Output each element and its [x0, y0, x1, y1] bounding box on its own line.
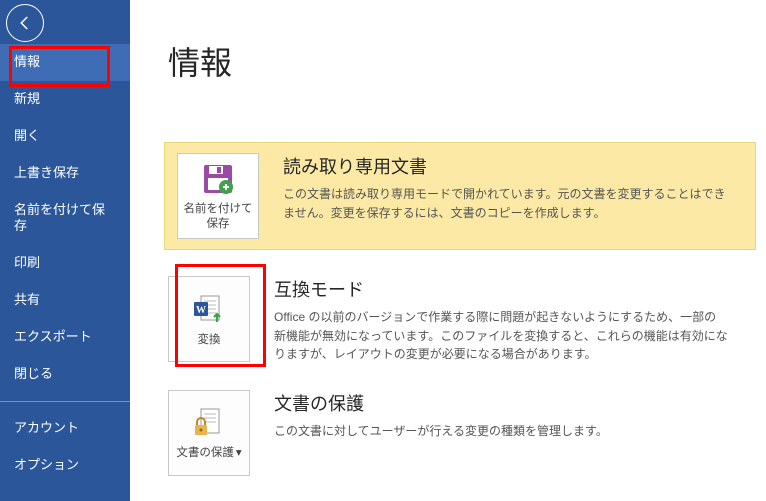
- saveas-button[interactable]: 名前を付けて保存: [177, 153, 259, 239]
- nav-item-close[interactable]: 閉じる: [0, 356, 130, 393]
- main-panel: 情報 名前を付けて保存 読み取り専用文書 この文書は読み取り専用モードで開かれて…: [130, 0, 766, 501]
- readonly-desc: 読み取り専用文書 この文書は読み取り専用モードで開かれています。元の文書を変更す…: [283, 153, 743, 222]
- nav-item-export[interactable]: エクスポート: [0, 319, 130, 356]
- saveas-button-label: 名前を付けて保存: [182, 202, 254, 232]
- convert-button-label: 変換: [198, 333, 221, 348]
- word-convert-icon: W: [191, 291, 227, 329]
- readonly-title: 読み取り専用文書: [283, 153, 727, 179]
- svg-text:W: W: [196, 305, 206, 316]
- compat-title: 互換モード: [274, 276, 728, 302]
- nav-item-options[interactable]: オプション: [0, 447, 130, 484]
- compat-text: Office の以前のバージョンで作業する際に問題が起きないようにするため、一部…: [274, 308, 728, 364]
- compat-desc: 互換モード Office の以前のバージョンで作業する際に問題が起きないようにす…: [274, 276, 744, 364]
- nav-item-account[interactable]: アカウント: [0, 410, 130, 447]
- nav-item-new[interactable]: 新規: [0, 81, 130, 118]
- protect-button-label: 文書の保護▾: [176, 446, 241, 461]
- chevron-down-icon: ▾: [236, 447, 242, 459]
- nav-item-print[interactable]: 印刷: [0, 245, 130, 282]
- nav-item-open[interactable]: 開く: [0, 118, 130, 155]
- protect-title: 文書の保護: [274, 390, 608, 416]
- floppy-save-icon: [201, 160, 235, 198]
- protect-text: この文書に対してユーザーが行える変更の種類を管理します。: [274, 422, 608, 441]
- readonly-row: 名前を付けて保存 読み取り専用文書 この文書は読み取り専用モードで開かれています…: [164, 142, 756, 250]
- back-button[interactable]: [6, 4, 44, 42]
- nav-item-share[interactable]: 共有: [0, 282, 130, 319]
- convert-button[interactable]: W 変換: [168, 276, 250, 362]
- arrow-left-icon: [16, 14, 34, 32]
- page-title: 情報: [168, 38, 766, 84]
- nav-item-info[interactable]: 情報: [0, 44, 130, 81]
- protect-row: 文書の保護▾ 文書の保護 この文書に対してユーザーが行える変更の種類を管理します…: [168, 390, 766, 476]
- backstage-sidebar: 情報 新規 開く 上書き保存 名前を付けて保存 印刷 共有 エクスポート 閉じる…: [0, 0, 130, 501]
- nav-item-save[interactable]: 上書き保存: [0, 155, 130, 192]
- protect-document-button[interactable]: 文書の保護▾: [168, 390, 250, 476]
- nav-separator: [0, 401, 130, 402]
- nav-item-saveas[interactable]: 名前を付けて保存: [0, 192, 130, 246]
- protect-desc: 文書の保護 この文書に対してユーザーが行える変更の種類を管理します。: [274, 390, 624, 441]
- lock-document-icon: [191, 404, 227, 442]
- compat-row: W 変換 互換モード Office の以前のバージョンで作業する際に問題が起きな…: [168, 276, 766, 364]
- readonly-text: この文書は読み取り専用モードで開かれています。元の文書を変更することはできません…: [283, 185, 727, 222]
